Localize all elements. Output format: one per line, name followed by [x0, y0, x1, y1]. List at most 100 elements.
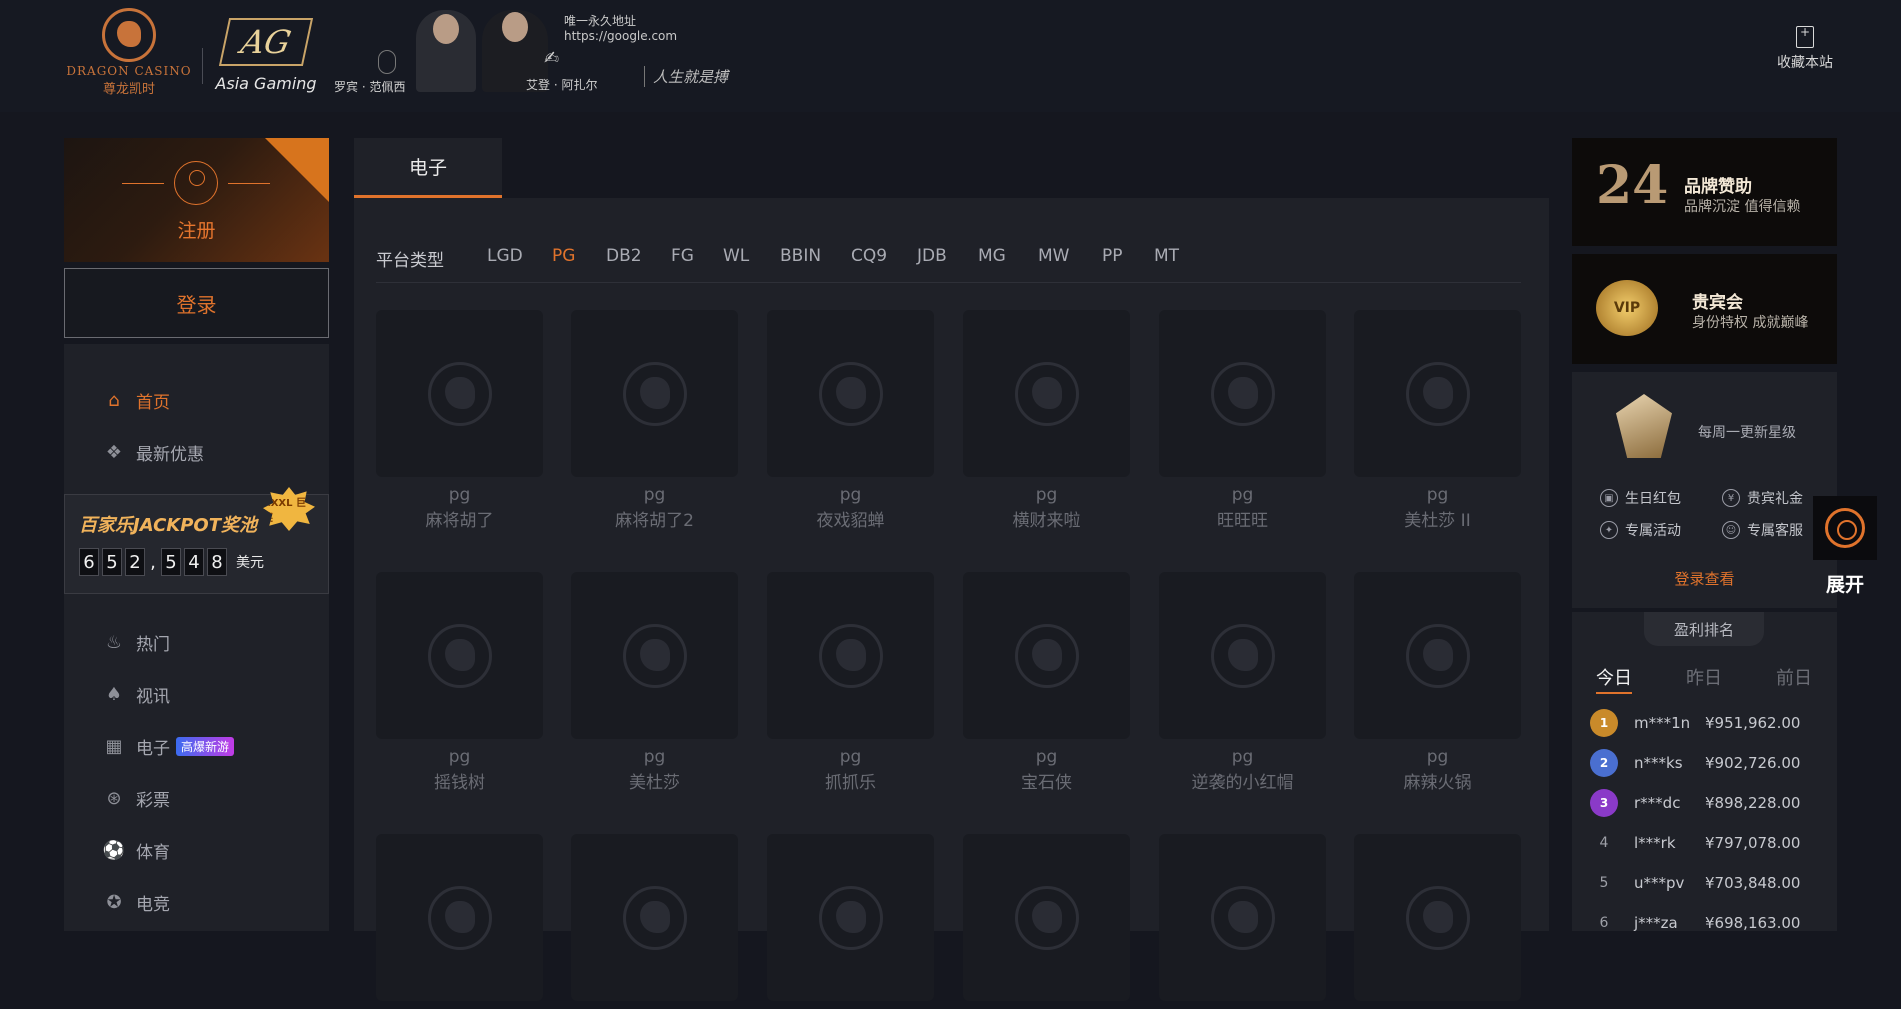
game-card[interactable] — [376, 834, 543, 1009]
sidebar-item-live[interactable]: ♠ 视讯 — [102, 680, 170, 708]
ranking-row: 5 u***pv ¥703,848.00 — [1590, 870, 1801, 896]
platform-label: 平台类型 — [376, 251, 444, 271]
game-card[interactable]: pg 横财来啦 — [963, 310, 1130, 531]
game-card[interactable]: pg 夜戏貂蝉 — [767, 310, 934, 531]
game-card[interactable]: pg 摇钱树 — [376, 572, 543, 793]
ranking-amount: ¥951,962.00 — [1705, 714, 1801, 732]
expand-button[interactable]: 展开 — [1813, 570, 1877, 597]
perk-label: 专属活动 — [1625, 523, 1681, 539]
jackpot-badge: XXXL 巨奖 — [263, 487, 315, 531]
game-provider: pg — [1035, 747, 1058, 767]
game-card[interactable] — [571, 834, 738, 1009]
game-card[interactable]: pg 旺旺旺 — [1159, 310, 1326, 531]
slogan: 人生就是搏 — [644, 66, 728, 87]
sidebar-item-label: 彩票 — [136, 790, 170, 811]
game-card[interactable]: pg 逆袭的小红帽 — [1159, 572, 1326, 793]
bookmark-button[interactable]: 收藏本站 — [1770, 25, 1840, 72]
sidebar-item-lottery[interactable]: ⊛ 彩票 — [102, 784, 170, 812]
game-name: 抓抓乐 — [825, 773, 876, 793]
platform-pp[interactable]: PP — [1102, 246, 1123, 266]
sidebar-item-sports[interactable]: ⚽ 体育 — [102, 836, 170, 864]
game-card[interactable]: pg 麻将胡了2 — [571, 310, 738, 531]
login-button[interactable]: 登录 — [64, 268, 329, 338]
header: DRAGON CASINO 尊龙凯时 AG Asia Gaming 罗宾 · 范… — [0, 0, 1901, 112]
headset-icon — [1825, 508, 1865, 548]
game-card[interactable]: pg 宝石侠 — [963, 572, 1130, 793]
jackpot-banner[interactable]: 百家乐JACKPOT奖池 XXXL 巨奖 6 5 2 , 5 4 8 美元 — [64, 487, 329, 594]
platform-mw[interactable]: MW — [1038, 246, 1069, 266]
jackpot-unit: 美元 — [236, 555, 264, 571]
game-name: 美杜莎 — [629, 773, 680, 793]
game-provider: pg — [1035, 485, 1058, 505]
tab-slots[interactable]: 电子 — [354, 138, 502, 198]
game-name: 逆袭的小红帽 — [1191, 773, 1294, 793]
dragon-placeholder-icon — [1014, 623, 1079, 688]
game-name: 宝石侠 — [1021, 773, 1072, 793]
platform-mt[interactable]: MT — [1154, 246, 1179, 266]
game-card[interactable]: pg 麻将胡了 — [376, 310, 543, 531]
platform-cq9[interactable]: CQ9 — [851, 246, 887, 266]
dragon-placeholder-icon — [427, 361, 492, 426]
game-card[interactable] — [1159, 834, 1326, 1009]
game-thumbnail — [767, 834, 934, 1001]
customer-service-button[interactable] — [1813, 496, 1877, 560]
dragon-casino-logo[interactable]: DRAGON CASINO 尊龙凯时 — [64, 8, 194, 100]
platform-lgd[interactable]: LGD — [487, 246, 523, 266]
divider — [376, 282, 1521, 283]
dragon-placeholder-icon — [1210, 623, 1275, 688]
sidebar-item-label: 电竞 — [136, 894, 170, 915]
game-provider: pg — [643, 485, 666, 505]
sponsor-title: 品牌赞助 — [1684, 177, 1752, 197]
login-view-link[interactable]: 登录查看 — [1572, 568, 1837, 589]
sidebar-item-esports[interactable]: ✪ 电竞 — [102, 888, 170, 916]
platform-bbin[interactable]: BBIN — [780, 246, 821, 266]
platform-db2[interactable]: DB2 — [606, 246, 642, 266]
url-text: https://google.com — [564, 29, 678, 43]
brand-sponsor-card[interactable]: 24 品牌赞助 品牌沉淀 值得信赖 — [1572, 138, 1837, 246]
partner-name: Asia Gaming — [215, 74, 317, 93]
sidebar-item-label: 体育 — [136, 842, 170, 863]
ranking-row: 1 m***1n ¥951,962.00 — [1590, 709, 1801, 737]
sidebar-item-slots[interactable]: ▦ 电子 高爆新游 — [102, 732, 235, 760]
ambassador-banner: 罗宾 · 范佩西 艾登 · 阿扎尔 唯一永久地址 https://google.… — [334, 10, 734, 100]
platform-fg[interactable]: FG — [671, 246, 694, 266]
game-card[interactable]: pg 美杜莎 II — [1354, 310, 1521, 531]
jackpot-title: 百家乐JACKPOT奖池 — [79, 515, 258, 536]
fire-icon: ♨ — [105, 631, 123, 653]
sidebar-item-home[interactable]: ⌂ 首页 — [102, 386, 170, 414]
ranking-user: u***pv — [1634, 874, 1685, 892]
jackpot-digit: 2 — [125, 548, 145, 576]
game-thumbnail — [963, 572, 1130, 739]
game-card[interactable] — [963, 834, 1130, 1009]
vip-club-card[interactable]: VIP 贵宾会 身份特权 成就巅峰 — [1572, 254, 1837, 364]
tab-day-before[interactable]: 前日 — [1776, 664, 1812, 690]
ambassador-name-1: 罗宾 · 范佩西 — [334, 80, 406, 94]
ag-mark: AG — [218, 18, 314, 66]
platform-jdb[interactable]: JDB — [917, 246, 947, 266]
tab-yesterday[interactable]: 昨日 — [1686, 664, 1722, 690]
sidebar-item-label: 视讯 — [136, 686, 170, 707]
sponsor-subtitle: 品牌沉淀 值得信赖 — [1684, 199, 1801, 215]
dragon-placeholder-icon — [1014, 361, 1079, 426]
perk-vip-bonus: ¥ 贵宾礼金 — [1722, 488, 1803, 508]
game-card[interactable]: pg 抓抓乐 — [767, 572, 934, 793]
game-provider: pg — [1231, 747, 1254, 767]
tab-today[interactable]: 今日 — [1596, 664, 1632, 694]
sidebar-item-hot[interactable]: ♨ 热门 — [102, 628, 170, 656]
game-card[interactable] — [1354, 834, 1521, 1009]
game-name: 麻将胡了2 — [615, 511, 694, 531]
sidebar-item-promotions[interactable]: ❖ 最新优惠 — [102, 438, 204, 466]
game-thumbnail — [1354, 310, 1521, 477]
right-column: 24 品牌赞助 品牌沉淀 值得信赖 VIP 贵宾会 身份特权 成就巅峰 每周一更… — [1572, 138, 1837, 932]
game-card[interactable]: pg 麻辣火锅 — [1354, 572, 1521, 793]
game-name: 美杜莎 II — [1404, 511, 1471, 531]
platform-wl[interactable]: WL — [723, 246, 749, 266]
game-card[interactable]: pg 美杜莎 — [571, 572, 738, 793]
platform-mg[interactable]: MG — [978, 246, 1006, 266]
dragon-placeholder-icon — [1405, 623, 1470, 688]
medal-icon: 3 — [1590, 789, 1618, 817]
game-card[interactable] — [767, 834, 934, 1009]
ranking-amount: ¥698,163.00 — [1705, 914, 1801, 932]
platform-pg[interactable]: PG — [552, 246, 575, 266]
register-button[interactable]: 注册 — [64, 138, 329, 262]
